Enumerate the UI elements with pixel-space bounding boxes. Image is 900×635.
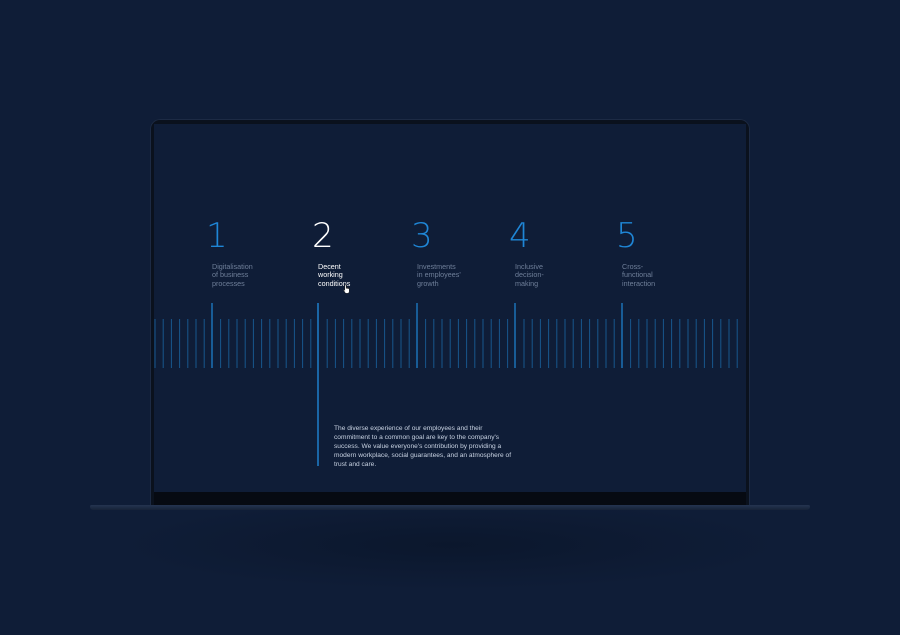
step-label: Investments in employees' growth (417, 262, 461, 288)
step-number: 4 (509, 216, 531, 256)
step-label: Decent working conditions (318, 262, 351, 288)
step-number: 2 (312, 216, 334, 256)
step-number: 5 (616, 216, 638, 256)
hand-pointer-icon (343, 284, 350, 294)
step-description: The diverse experience of our employees … (334, 425, 512, 468)
step-label: Digitalisation of business processes (212, 262, 253, 288)
screen-bezel-bottom (154, 492, 746, 506)
step-label: Cross- functional interaction (622, 262, 656, 288)
screen: 1 Digitalisation of business processes 2… (154, 124, 746, 492)
step-number: 3 (411, 216, 433, 256)
laptop-base (90, 505, 810, 510)
step-label: Inclusive decision- making (515, 262, 544, 288)
laptop-shadow (120, 500, 780, 590)
step-number: 1 (206, 216, 228, 256)
